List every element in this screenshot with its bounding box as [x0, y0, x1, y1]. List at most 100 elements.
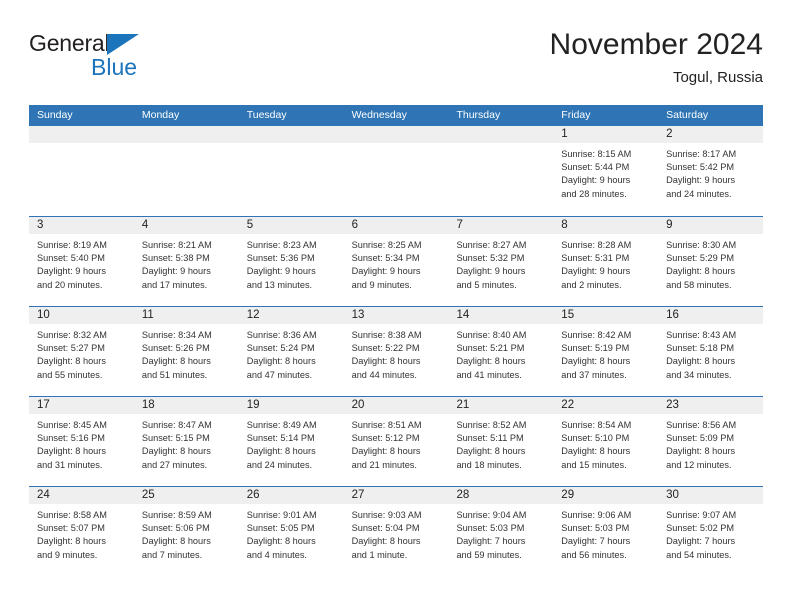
calendar-day-cell[interactable]: 12 Sunrise: 8:36 AM Sunset: 5:24 PM Dayligh…: [238, 307, 344, 396]
calendar-day-cell[interactable]: 2 Sunrise: 8:17 AM Sunset: 5:42 PM Daylight…: [658, 126, 764, 216]
sunset-text: Sunset: 5:02 PM: [666, 523, 735, 534]
daylight-text-line2: and 41 minutes.: [456, 369, 522, 380]
weekday-header-sunday: Sunday: [37, 109, 73, 121]
calendar-day-cell[interactable]: 6 Sunrise: 8:25 AM Sunset: 5:34 PM Daylight…: [343, 217, 449, 306]
daylight-text-line2: and 5 minutes.: [456, 279, 517, 290]
calendar-day-cell[interactable]: 7 Sunrise: 8:27 AM Sunset: 5:32 PM Daylight…: [448, 217, 554, 306]
weekday-header-tuesday: Tuesday: [246, 109, 287, 121]
daylight-text-line2: and 20 minutes.: [37, 279, 103, 290]
day-sun-info: Sunrise: 9:07 AM Sunset: 5:02 PM Daylight:…: [658, 504, 763, 562]
calendar-day-cell[interactable]: 17 Sunrise: 8:45 AM Sunset: 5:16 PM Dayligh…: [29, 397, 134, 486]
sunset-text: Sunset: 5:11 PM: [456, 433, 524, 444]
calendar-day-cell[interactable]: 28 Sunrise: 9:04 AM Sunset: 5:03 PM Dayligh…: [448, 487, 554, 576]
calendar-day-cell[interactable]: 27 Sunrise: 9:03 AM Sunset: 5:04 PM Dayligh…: [343, 487, 449, 576]
sunrise-text: Sunrise: 8:23 AM: [246, 240, 317, 250]
daylight-text-line2: and 34 minutes.: [666, 369, 732, 380]
calendar-day-cell[interactable]: 26 Sunrise: 9:01 AM Sunset: 5:05 PM Dayligh…: [238, 487, 344, 576]
calendar-day-cell[interactable]: 23 Sunrise: 8:56 AM Sunset: 5:09 PM Dayligh…: [658, 397, 764, 486]
day-number: 22: [561, 399, 575, 411]
daylight-text-line2: and 4 minutes.: [246, 549, 307, 560]
sunrise-text: Sunrise: 8:59 AM: [141, 510, 212, 520]
day-number-band: 25: [133, 487, 239, 504]
day-number: 23: [666, 399, 679, 411]
weekday-header-saturday: Saturday: [666, 109, 709, 121]
daylight-text-line1: Daylight: 9 hours: [246, 266, 316, 277]
sunset-text: Sunset: 5:21 PM: [456, 343, 525, 354]
calendar-day-cell[interactable]: 18 Sunrise: 8:47 AM Sunset: 5:15 PM Dayligh…: [133, 397, 239, 486]
calendar-day-cell[interactable]: 9 Sunrise: 8:30 AM Sunset: 5:29 PM Daylight…: [658, 217, 764, 306]
day-number-band: 13: [343, 307, 449, 324]
sunrise-text: Sunrise: 9:07 AM: [666, 510, 737, 520]
day-sun-info: Sunrise: 8:45 AM Sunset: 5:16 PM Daylight:…: [29, 414, 134, 472]
daylight-text-line1: Daylight: 8 hours: [141, 536, 211, 547]
day-number: 7: [456, 219, 463, 231]
daylight-text-line2: and 1 minute.: [351, 549, 408, 560]
calendar-day-cell[interactable]: 4 Sunrise: 8:21 AM Sunset: 5:38 PM Daylight…: [133, 217, 239, 306]
daylight-text-line1: Daylight: 8 hours: [456, 356, 526, 367]
day-sun-info: Sunrise: 8:52 AM Sunset: 5:11 PM Daylight:…: [448, 414, 553, 472]
calendar-day-cell[interactable]: 8 Sunrise: 8:28 AM Sunset: 5:31 PM Daylight…: [553, 217, 659, 306]
daylight-text-line1: Daylight: 9 hours: [37, 266, 106, 277]
sunset-text: Sunset: 5:10 PM: [561, 433, 630, 444]
brand-logo[interactable]: General Blue: [29, 32, 229, 88]
daylight-text-line1: Daylight: 9 hours: [141, 266, 211, 277]
calendar-week-row: 3 Sunrise: 8:19 AM Sunset: 5:40 PM Daylight…: [29, 216, 764, 306]
sunset-text: Sunset: 5:31 PM: [561, 253, 630, 264]
day-number-band: 6: [343, 217, 449, 234]
sunrise-text: Sunrise: 8:28 AM: [561, 240, 632, 250]
day-number-band: 4: [133, 217, 239, 234]
day-number-band: [133, 126, 239, 143]
daylight-text-line2: and 12 minutes.: [666, 459, 732, 470]
brand-name-general: General: [29, 30, 110, 56]
calendar-day-cell[interactable]: 13 Sunrise: 8:38 AM Sunset: 5:22 PM Dayligh…: [343, 307, 449, 396]
calendar-day-cell[interactable]: 1 Sunrise: 8:15 AM Sunset: 5:44 PM Daylight…: [553, 126, 659, 216]
day-number-band: 15: [553, 307, 659, 324]
calendar-day-cell[interactable]: 10 Sunrise: 8:32 AM Sunset: 5:27 PM Dayligh…: [29, 307, 134, 396]
sunrise-text: Sunrise: 8:34 AM: [141, 330, 212, 340]
sunrise-text: Sunrise: 8:32 AM: [37, 330, 107, 340]
calendar-day-cell[interactable]: 5 Sunrise: 8:23 AM Sunset: 5:36 PM Daylight…: [238, 217, 344, 306]
calendar-day-cell[interactable]: 20 Sunrise: 8:51 AM Sunset: 5:12 PM Dayligh…: [343, 397, 449, 486]
sunrise-text: Sunrise: 8:56 AM: [666, 420, 737, 430]
day-number: 14: [456, 309, 470, 321]
sunrise-text: Sunrise: 9:03 AM: [351, 510, 422, 520]
weekday-header-friday: Friday: [561, 109, 591, 121]
calendar-day-cell[interactable]: 21 Sunrise: 8:52 AM Sunset: 5:11 PM Dayligh…: [448, 397, 554, 486]
daylight-text-line2: and 2 minutes.: [561, 279, 622, 290]
calendar-day-cell[interactable]: 24 Sunrise: 8:58 AM Sunset: 5:07 PM Dayligh…: [29, 487, 134, 576]
calendar-day-cell[interactable]: 22 Sunrise: 8:54 AM Sunset: 5:10 PM Dayligh…: [553, 397, 659, 486]
calendar-day-cell[interactable]: 19 Sunrise: 8:49 AM Sunset: 5:14 PM Dayligh…: [238, 397, 344, 486]
day-number-band: 24: [29, 487, 134, 504]
day-number-band: 28: [448, 487, 554, 504]
calendar-day-cell[interactable]: 16 Sunrise: 8:43 AM Sunset: 5:18 PM Dayligh…: [658, 307, 764, 396]
day-number-band: 8: [553, 217, 659, 234]
sunrise-text: Sunrise: 8:51 AM: [351, 420, 422, 430]
day-sun-info: Sunrise: 8:54 AM Sunset: 5:10 PM Daylight:…: [553, 414, 658, 472]
sunrise-text: Sunrise: 8:15 AM: [561, 149, 632, 159]
sunrise-text: Sunrise: 9:06 AM: [561, 510, 632, 520]
daylight-text-line1: Daylight: 7 hours: [666, 536, 736, 547]
calendar-day-cell[interactable]: 3 Sunrise: 8:19 AM Sunset: 5:40 PM Daylight…: [29, 217, 134, 306]
daylight-text-line2: and 37 minutes.: [561, 369, 627, 380]
calendar-day-cell[interactable]: 30 Sunrise: 9:07 AM Sunset: 5:02 PM Dayligh…: [658, 487, 764, 576]
day-number: 18: [141, 399, 155, 411]
daylight-text-line1: Daylight: 8 hours: [141, 356, 211, 367]
page-header: General Blue November 2024 Togul, Russia: [29, 28, 763, 92]
calendar-day-cell[interactable]: 11 Sunrise: 8:34 AM Sunset: 5:26 PM Dayligh…: [133, 307, 239, 396]
calendar-week-row: 24 Sunrise: 8:58 AM Sunset: 5:07 PM Dayligh…: [29, 486, 764, 576]
calendar-day-cell[interactable]: 25 Sunrise: 8:59 AM Sunset: 5:06 PM Dayligh…: [133, 487, 239, 576]
day-sun-info: Sunrise: 8:32 AM Sunset: 5:27 PM Daylight:…: [29, 324, 134, 382]
day-sun-info: Sunrise: 8:19 AM Sunset: 5:40 PM Daylight:…: [29, 234, 134, 292]
day-number-band: 11: [133, 307, 239, 324]
calendar-day-cell[interactable]: 14 Sunrise: 8:40 AM Sunset: 5:21 PM Dayligh…: [448, 307, 554, 396]
sunset-text: Sunset: 5:36 PM: [246, 253, 315, 264]
day-number-band: 2: [658, 126, 764, 143]
day-number-band: [29, 126, 134, 143]
sunrise-text: Sunrise: 8:19 AM: [37, 240, 107, 250]
day-sun-info: Sunrise: 8:23 AM Sunset: 5:36 PM Daylight:…: [239, 234, 344, 292]
sunrise-text: Sunrise: 8:52 AM: [456, 420, 527, 430]
calendar-day-cell[interactable]: 15 Sunrise: 8:42 AM Sunset: 5:19 PM Dayligh…: [553, 307, 659, 396]
daylight-text-line1: Daylight: 9 hours: [666, 175, 736, 186]
calendar-day-cell[interactable]: 29 Sunrise: 9:06 AM Sunset: 5:03 PM Dayligh…: [553, 487, 659, 576]
sunset-text: Sunset: 5:40 PM: [37, 253, 105, 264]
